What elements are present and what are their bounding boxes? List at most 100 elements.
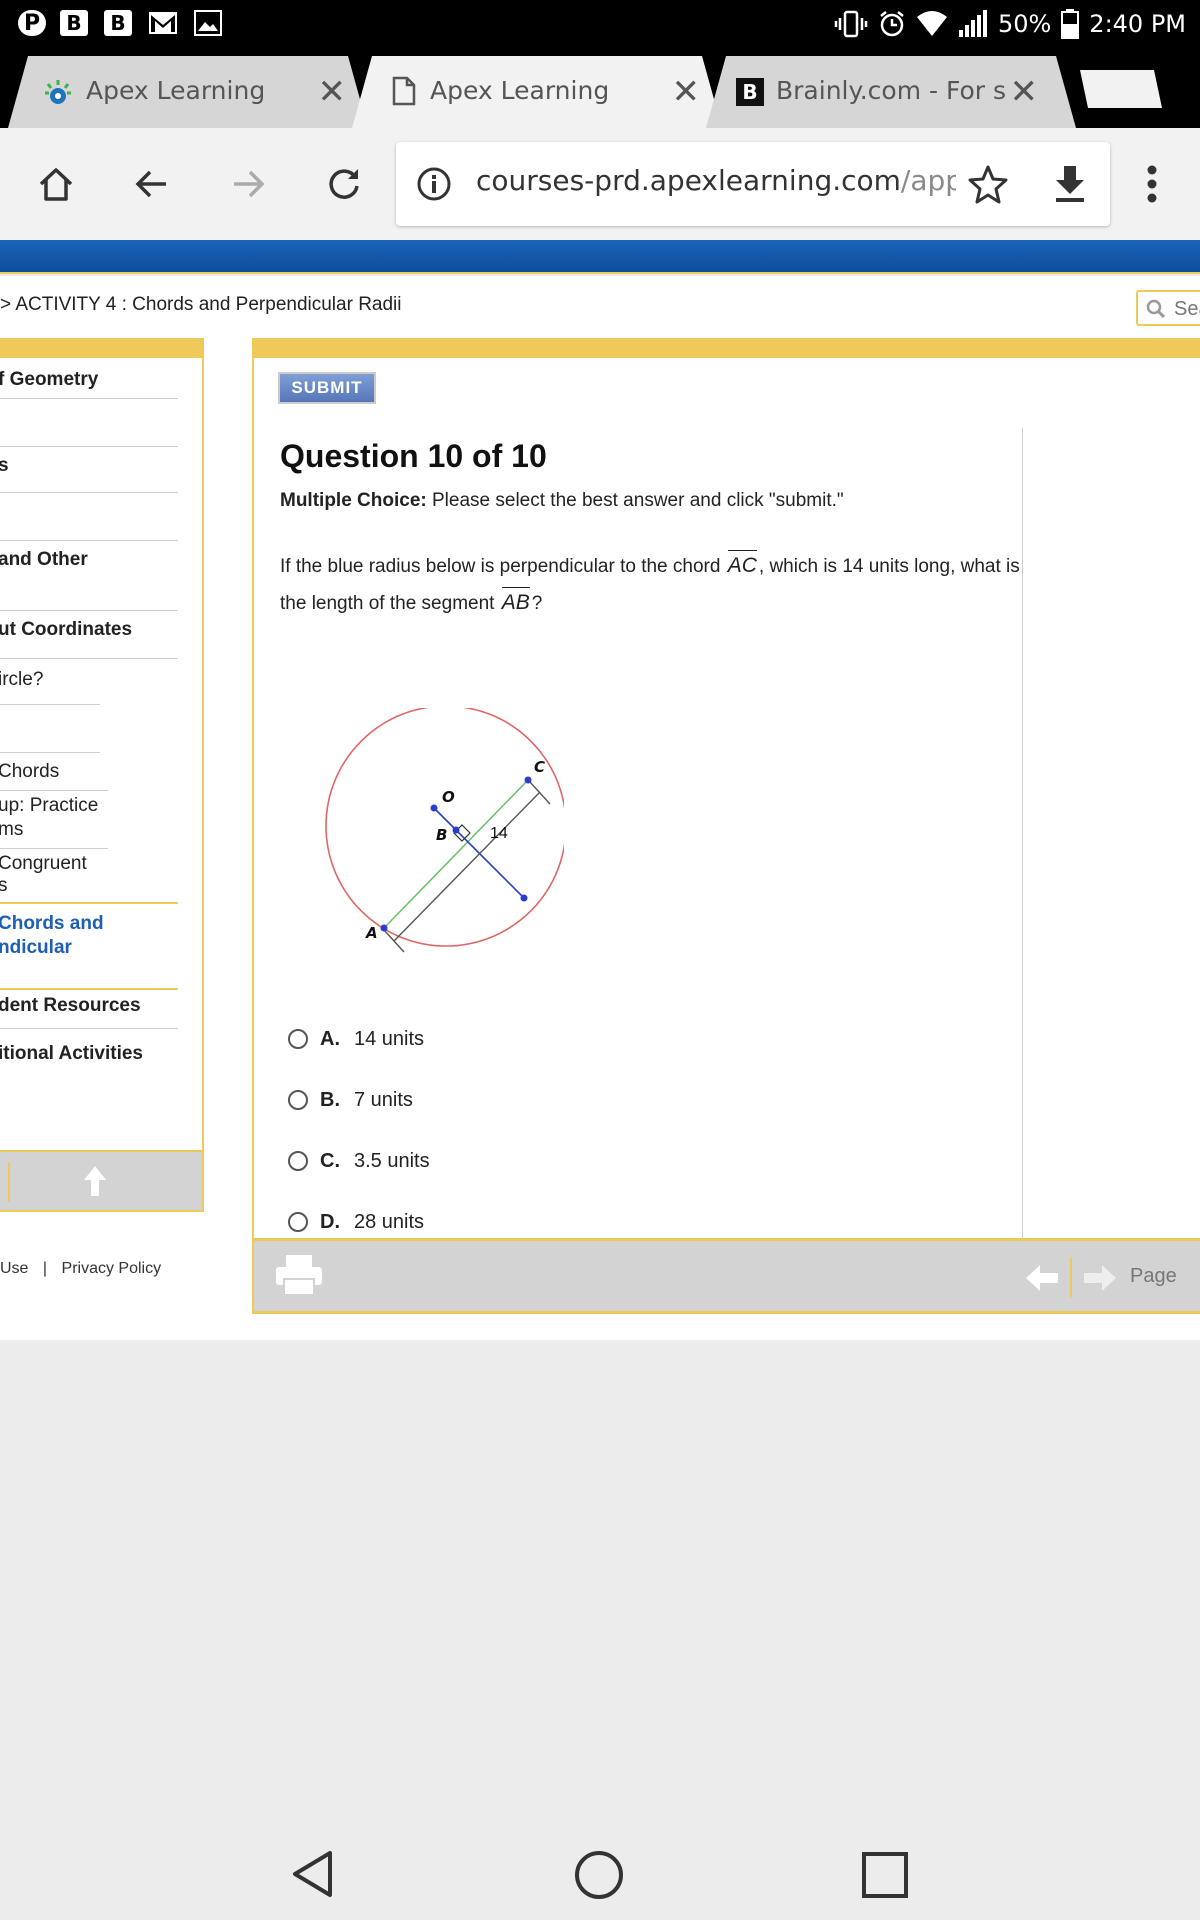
nav-item-additional-activities[interactable]: itional Activities [0,1042,143,1066]
radio-button[interactable] [288,1090,308,1110]
label-c: C [534,758,545,776]
nav-separator [0,790,108,791]
new-tab-button[interactable] [1080,70,1162,108]
choice-letter: D. [320,1210,340,1233]
label-b: B [436,826,447,844]
menu-button[interactable] [1126,156,1178,212]
address-bar[interactable]: courses-prd.apexlearning.com/apps. [396,142,1110,226]
home-circle-icon[interactable] [574,1850,624,1900]
back-button[interactable] [124,156,180,212]
nav-item-geometry[interactable]: f Geometry [0,368,98,392]
nav-separator-active [0,988,178,990]
breadcrumb[interactable]: > ACTIVITY 4 : Chords and Perpendicular … [0,294,402,316]
page-navigation-bar: Page [254,1238,1200,1314]
star-icon[interactable] [968,164,1008,204]
site-header-band [0,240,1200,274]
radio-button[interactable] [288,1212,308,1232]
choice-text: 28 units [354,1210,425,1233]
nav-separator [0,540,178,541]
left-navigation: f Geometry s and Other ut Coordinates ir… [0,338,204,1212]
home-icon [39,168,73,201]
nav-item-circle[interactable]: ircle? [0,668,43,692]
gallery-icon [194,10,222,36]
vibrate-icon [834,10,868,38]
radio-button[interactable] [288,1151,308,1171]
previous-page-icon[interactable] [1026,1265,1058,1291]
nav-separator [0,658,178,659]
gmail-icon [148,10,178,36]
nav-item-practice-2[interactable]: ms [0,818,23,842]
battery-percent: 50% [997,10,1052,38]
nav-separator [0,610,178,611]
browser-toolbar: courses-prd.apexlearning.com/apps. [0,128,1200,240]
pinterest-icon: P [18,10,46,36]
page-content: > ACTIVITY 4 : Chords and Perpendicular … [0,276,1200,1340]
choice-b[interactable]: B. 7 units [288,1085,413,1115]
length-label: 14 [490,825,508,842]
nav-item-chords-perpendicular-2[interactable]: ndicular [0,936,72,960]
nav-item-coordinates[interactable]: ut Coordinates [0,618,132,642]
terms-of-use-link[interactable]: Use [0,1260,28,1277]
tab-brainly[interactable]: B Brainly.com - For s ✕ [706,56,1076,128]
url-path: /apps. [900,164,956,197]
close-tab-icon[interactable]: ✕ [318,72,347,112]
nav-separator-active [0,902,178,904]
choice-a[interactable]: A. 14 units [288,1024,424,1054]
forward-button[interactable] [220,156,276,212]
print-icon[interactable] [274,1253,324,1297]
scroll-up-icon[interactable] [84,1166,106,1196]
tab-apex-learning-1[interactable]: Apex Learning ✕ [8,56,368,128]
nav-separator [0,446,178,447]
tab-apex-learning-2[interactable]: Apex Learning ✕ [352,56,722,128]
nav-footer [0,1150,202,1210]
url-text[interactable]: courses-prd.apexlearning.com/apps. [476,164,956,197]
radio-button[interactable] [288,1029,308,1049]
back-triangle-icon[interactable] [290,1850,336,1898]
brainly-favicon-icon: B [736,78,764,106]
home-button[interactable] [28,156,84,212]
apex-favicon-icon [45,80,71,104]
nav-separator [0,848,108,849]
chord-ac [383,779,529,929]
nav-item-practice[interactable]: up: Practice [0,794,98,818]
battery-icon [1061,9,1080,39]
submit-button[interactable]: SUBMIT [278,372,376,404]
nav-item-chords[interactable]: Chords [0,760,59,784]
alarm-icon [880,11,904,37]
arrow-left-icon [135,170,166,198]
arrow-right-icon [234,170,265,198]
info-icon[interactable] [416,166,452,202]
search-input[interactable]: Sea [1136,290,1200,326]
label-a: A [365,924,378,942]
close-tab-icon[interactable]: ✕ [672,72,701,112]
status-bar: P B B 50% 2:40 PM [0,0,1200,48]
question-text-part: If the blue radius below is perpendicula… [280,556,726,577]
reload-icon [329,169,359,199]
search-placeholder: Sea [1174,298,1200,320]
choice-letter: A. [320,1027,340,1050]
nav-item-chords-perpendicular[interactable]: Chords and [0,912,104,936]
point-c [524,776,532,784]
nav-item-and-other[interactable]: and Other [0,548,88,572]
choice-text: 3.5 units [354,1149,430,1172]
choice-d[interactable]: D. 28 units [288,1207,424,1237]
reload-button[interactable] [316,156,372,212]
nav-item-congruent[interactable]: Congruent [0,852,87,876]
close-tab-icon[interactable]: ✕ [1010,72,1039,112]
download-icon[interactable] [1052,164,1088,204]
nav-item-student-resources[interactable]: dent Resources [0,994,141,1018]
brainly-icon: B [60,10,88,36]
nav-item-s[interactable]: s [0,454,9,478]
choice-c[interactable]: C. 3.5 units [288,1146,430,1176]
privacy-policy-link[interactable]: Privacy Policy [62,1260,162,1277]
more-vert-icon [1147,165,1157,203]
question-text: If the blue radius below is perpendicula… [280,548,1020,622]
tab-title: Brainly.com - For s [776,76,1006,105]
search-icon [1146,299,1166,319]
next-page-icon[interactable] [1084,1265,1116,1291]
recents-square-icon[interactable] [862,1852,908,1898]
nav-item-congruent-2[interactable]: s [0,874,8,898]
point-d [520,894,528,902]
url-host: courses-prd.apexlearning.com [476,164,901,197]
dimension-line [393,791,541,942]
